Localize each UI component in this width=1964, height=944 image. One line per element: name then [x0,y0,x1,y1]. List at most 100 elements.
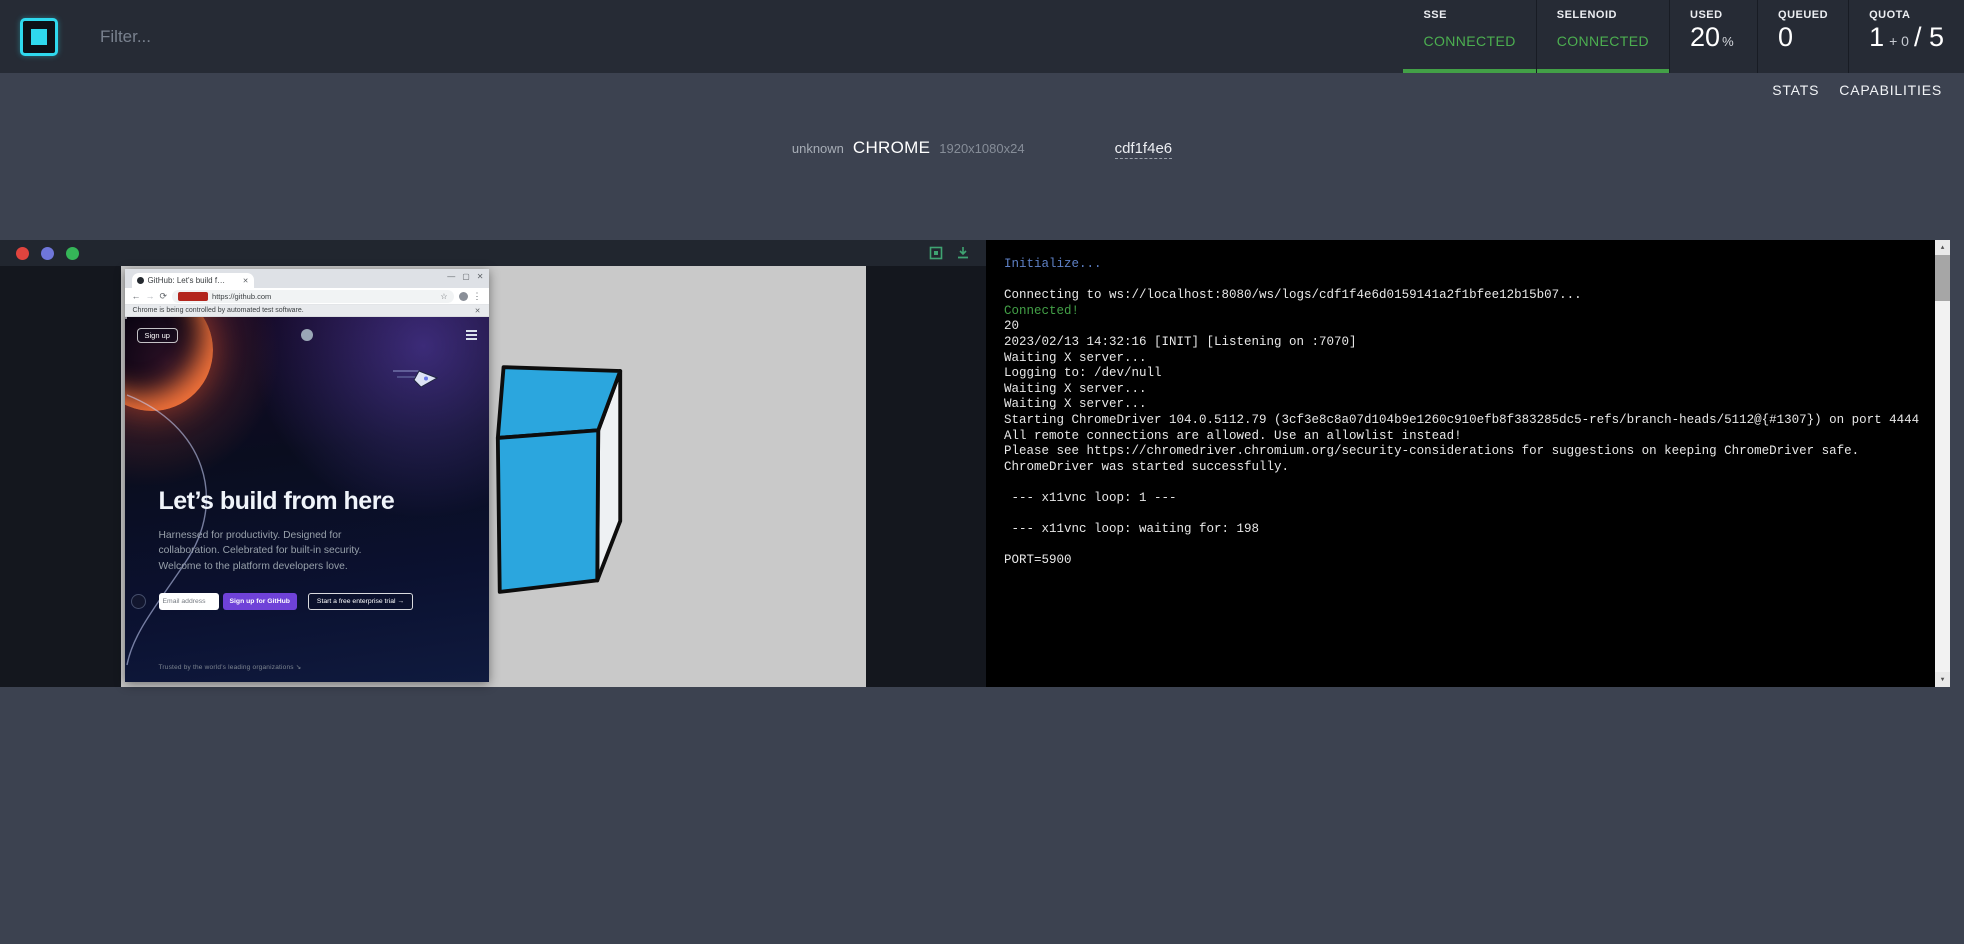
log-line: Waiting X server... [1004,397,1926,413]
tab-capabilities[interactable]: CAPABILITIES [1839,82,1942,98]
topbar: SSE CONNECTED SELENOID CONNECTED USED 20… [0,0,1964,73]
github-hero: Sign up Let’s build from here Harnessed … [125,317,489,682]
log-line: Logging to: /dev/null [1004,366,1926,382]
code-bubble-icon [131,594,146,609]
automation-infobar: Chrome is being controlled by automated … [125,305,489,317]
tab-close-icon[interactable]: ✕ [243,277,249,285]
log-line: PORT=5900 [1004,553,1926,569]
stat-selenoid-label: SELENOID [1557,9,1649,21]
log-line: --- x11vnc loop: waiting for: 198 [1004,522,1926,538]
window-close-icon[interactable]: ✕ [477,272,484,281]
github-heading: Let’s build from here [159,487,395,516]
filter-input[interactable] [100,27,1403,47]
session-screen-resolution: 1920x1080x24 [939,141,1024,156]
session-id-link[interactable]: cdf1f4e6 [1115,140,1173,159]
github-trial-button[interactable]: Start a free enterprise trial → [308,593,413,610]
remote-browser-tab[interactable]: GitHub: Let's build f… ✕ [132,273,254,288]
scrollbar-down-icon[interactable]: ▼ [1935,672,1950,687]
window-maximize-icon[interactable]: ▢ [462,272,470,281]
log-line [1004,475,1926,491]
vnc-panel: GitHub: Let's build f… ✕ — ▢ ✕ ← → ⟳ [0,240,986,687]
stat-sse: SSE CONNECTED [1403,0,1535,73]
log-line: Initialize... [1004,257,1926,273]
log-line: Waiting X server... [1004,351,1926,367]
log-scrollbar[interactable]: ▲ ▼ [1935,240,1950,687]
browser-avatar[interactable] [459,292,468,301]
stat-used: USED 20% [1669,0,1757,73]
stat-used-suffix: % [1722,34,1734,49]
remote-browser-window: GitHub: Let's build f… ✕ — ▢ ✕ ← → ⟳ [125,269,489,682]
stat-quota-value: 1+ 0/ 5 [1869,22,1944,53]
github-subtext: Harnessed for productivity. Designed for… [159,528,371,574]
selenoid-ui-logo [20,18,58,56]
url-text: https://github.com [212,292,271,301]
download-icon[interactable] [956,246,970,260]
log-line: Please see https://chromedriver.chromium… [1004,444,1926,460]
log-line: 20 [1004,319,1926,335]
stat-quota-pending: + 0 [1889,33,1909,49]
remote-tabstrip: GitHub: Let's build f… ✕ — ▢ ✕ [125,269,489,288]
traffic-light-red-icon [16,247,29,260]
traffic-light-blue-icon [41,247,54,260]
github-cta-row: Email address Sign up for GitHub Start a… [159,593,414,610]
session-name: unknown [792,141,844,156]
vnc-screen[interactable]: GitHub: Let's build f… ✕ — ▢ ✕ ← → ⟳ [121,266,866,687]
session-detail: GitHub: Let's build f… ✕ — ▢ ✕ ← → ⟳ [0,240,1950,687]
hamburger-menu-icon[interactable] [466,330,477,339]
stat-queued-label: QUEUED [1778,9,1828,21]
fullscreen-icon[interactable] [929,246,943,260]
session-row: unknown CHROME 1920x1080x24 cdf1f4e6 [0,138,1964,159]
stat-quota: QUOTA 1+ 0/ 5 [1848,0,1964,73]
stat-sse-label: SSE [1423,9,1515,21]
log-line [1004,538,1926,554]
github-logo-icon[interactable] [301,329,313,341]
log-line [1004,507,1926,523]
bookmark-star-icon[interactable]: ☆ [440,292,447,301]
log-line: --- x11vnc loop: 1 --- [1004,491,1926,507]
orbit-curve-art [125,381,295,671]
tab-stats[interactable]: STATS [1772,82,1819,98]
selenoid-connected-underline [1537,69,1669,73]
traffic-light-green-icon [66,247,79,260]
scrollbar-thumb[interactable] [1935,255,1950,301]
window-minimize-icon[interactable]: — [447,272,455,281]
log-line: Waiting X server... [1004,382,1926,398]
github-trusted-text: Trusted by the world’s leading organizat… [159,663,302,671]
github-signup-cta-button[interactable]: Sign up for GitHub [223,593,297,610]
stat-used-label: USED [1690,9,1737,21]
log-line: Connected! [1004,304,1926,320]
remote-window-controls: — ▢ ✕ [447,272,483,281]
browser-forward-icon[interactable]: → [146,292,155,301]
remote-addressbar: ← → ⟳ https://github.com ☆ ⋮ [125,288,489,305]
browser-back-icon[interactable]: ← [132,292,141,301]
status-strip: SSE CONNECTED SELENOID CONNECTED USED 20… [1403,0,1964,73]
github-signup-button[interactable]: Sign up [137,328,178,343]
github-email-input[interactable]: Email address [159,593,219,610]
vnc-actions [929,246,970,260]
stat-queued: QUEUED 0 [1757,0,1848,73]
scrollbar-up-icon[interactable]: ▲ [1935,240,1950,255]
stat-selenoid: SELENOID CONNECTED [1536,0,1669,73]
log-line [1004,273,1926,289]
github-favicon-icon [137,277,144,284]
remote-tab-title: GitHub: Let's build f… [148,276,239,285]
session-log-panel[interactable]: Initialize... Connecting to ws://localho… [986,240,1950,687]
stat-quota-label: QUOTA [1869,9,1944,21]
infobar-close-icon[interactable]: ✕ [475,307,481,315]
log-line: Starting ChromeDriver 104.0.5112.79 (3cf… [1004,413,1926,429]
session-browser: CHROME [853,138,930,158]
log-line: ChromeDriver was started successfully. [1004,460,1926,476]
cube-render [494,360,625,600]
github-navbar: Sign up [137,327,477,343]
browser-refresh-icon[interactable]: ⟳ [160,292,168,301]
address-field[interactable]: https://github.com ☆ [172,290,453,303]
address-badge [178,292,208,301]
log-line: 2023/02/13 14:32:16 [INIT] [Listening on… [1004,335,1926,351]
browser-menu-icon[interactable]: ⋮ [473,292,482,301]
log-line: Connecting to ws://localhost:8080/ws/log… [1004,288,1926,304]
stat-selenoid-value: CONNECTED [1557,33,1649,49]
log-line: All remote connections are allowed. Use … [1004,429,1926,445]
stars-art [125,317,127,319]
stat-queued-value: 0 [1778,22,1828,53]
automation-infobar-text: Chrome is being controlled by automated … [133,307,304,314]
